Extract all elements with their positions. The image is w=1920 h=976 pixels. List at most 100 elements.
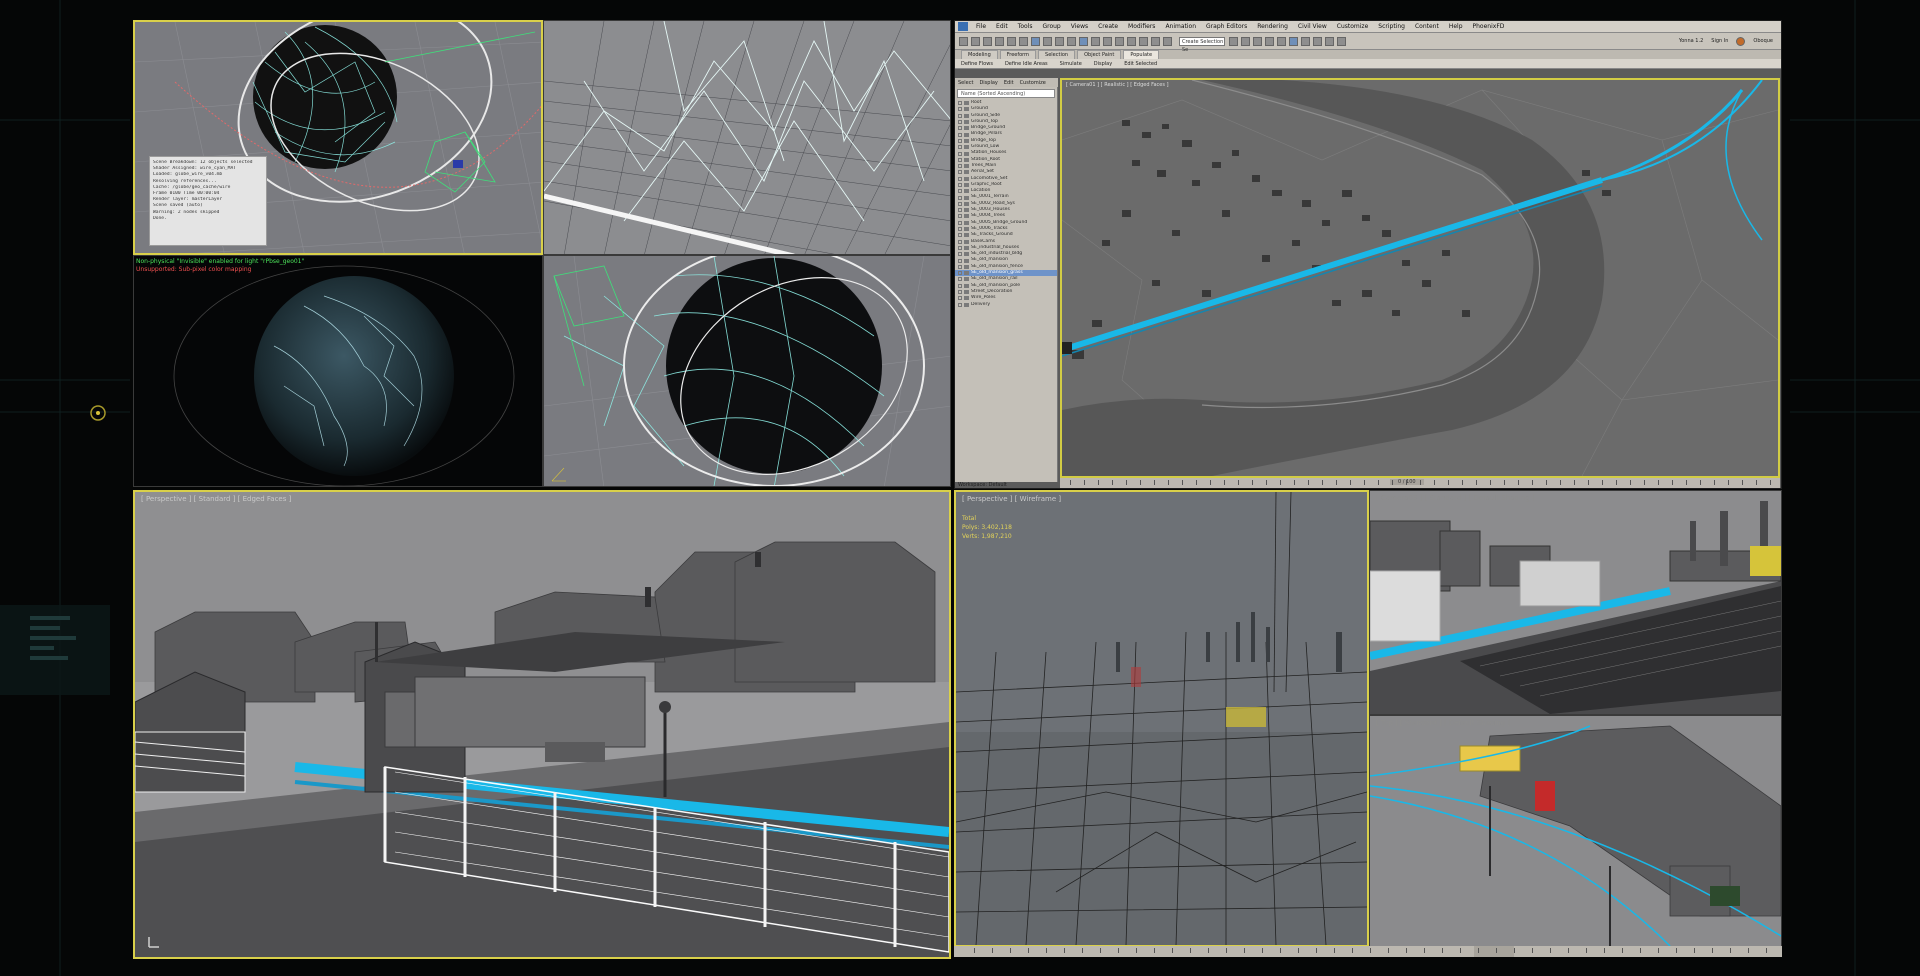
time-slider-bottom[interactable] (954, 946, 1782, 957)
expand-toggle-icon[interactable] (958, 208, 962, 213)
expand-toggle-icon[interactable] (958, 214, 962, 219)
viewport-rail-yard[interactable]: [ Top ] [ Standard ] [ Default Shading ] (1369, 715, 1782, 947)
edit-selected-button[interactable]: Edit Selected (1118, 61, 1163, 67)
menu-phoenixfd[interactable]: PhoenixFD (1468, 23, 1510, 30)
expand-toggle-icon[interactable] (958, 220, 962, 225)
viewport-label[interactable]: [ Camera03 ] [ Standard ] [ Default Shad… (1376, 494, 1535, 502)
align-icon[interactable] (1241, 36, 1250, 46)
menu-file[interactable]: File (971, 23, 991, 30)
mirror-icon[interactable] (1229, 36, 1238, 46)
explorer-sort-field[interactable]: Name (Sorted Ascending) (957, 89, 1055, 98)
link-icon[interactable] (983, 36, 992, 46)
expand-toggle-icon[interactable] (958, 126, 962, 131)
expand-toggle-icon[interactable] (958, 233, 962, 238)
viewport-globe-render[interactable]: Non-physical "Invisible" enabled for lig… (133, 255, 543, 487)
select-filter-icon[interactable] (1019, 36, 1028, 46)
expand-toggle-icon[interactable] (958, 296, 962, 301)
expand-toggle-icon[interactable] (958, 283, 962, 288)
teapot-icon[interactable] (1337, 36, 1346, 46)
expand-toggle-icon[interactable] (958, 138, 962, 143)
maya-editor-window[interactable]: File Edit Tools Group Views Create Modif… (954, 20, 1782, 489)
viewport-label[interactable]: [ Top ] [ Standard ] [ Default Shading ] (1376, 719, 1510, 727)
viewport-town-aerial[interactable]: [ Camera01 ] [ Realistic ] [ Edged Faces… (1060, 78, 1780, 478)
viewport-train-shed[interactable]: [ Camera03 ] [ Standard ] [ Default Shad… (1369, 490, 1782, 715)
expand-toggle-icon[interactable] (958, 201, 962, 206)
expand-toggle-icon[interactable] (958, 258, 962, 263)
tab-freeform[interactable]: Freeform (999, 50, 1037, 59)
display-button[interactable]: Display (1088, 61, 1118, 67)
script-log-panel[interactable]: Scene Breakdown: 12 objects selected Sha… (149, 156, 267, 246)
simulate-button[interactable]: Simulate (1054, 61, 1088, 67)
tab-selection[interactable]: Selection (1038, 50, 1076, 59)
render-frame-icon[interactable] (1313, 36, 1322, 46)
tab-object-paint[interactable]: Object Paint (1077, 50, 1122, 59)
menu-create[interactable]: Create (1093, 23, 1123, 30)
move-icon[interactable] (1079, 36, 1088, 46)
expand-toggle-icon[interactable] (958, 170, 962, 175)
search-label[interactable]: Oboque (1753, 38, 1773, 44)
define-idle-areas-button[interactable]: Define Idle Areas (999, 61, 1054, 67)
tab-modeling[interactable]: Modeling (961, 50, 998, 59)
menu-rendering[interactable]: Rendering (1252, 23, 1293, 30)
redo-icon[interactable] (971, 36, 980, 46)
undo-icon[interactable] (959, 36, 968, 46)
expand-toggle-icon[interactable] (958, 245, 962, 250)
render-icon[interactable] (1325, 36, 1334, 46)
expand-toggle-icon[interactable] (958, 239, 962, 244)
viewport-label[interactable]: [ Perspective ] [ Standard ] [ Edged Fac… (141, 495, 291, 503)
explorer-item[interactable]: Delivery (955, 302, 1057, 308)
menu-graph-editors[interactable]: Graph Editors (1201, 23, 1252, 30)
select-object-icon[interactable] (1031, 36, 1040, 46)
expand-toggle-icon[interactable] (958, 195, 962, 200)
expand-toggle-icon[interactable] (958, 271, 962, 276)
expand-toggle-icon[interactable] (958, 302, 962, 307)
expand-toggle-icon[interactable] (958, 176, 962, 181)
expand-toggle-icon[interactable] (958, 132, 962, 137)
percent-snap-icon[interactable] (1163, 36, 1172, 46)
menu-civil-view[interactable]: Civil View (1293, 23, 1332, 30)
signin-button[interactable]: Sign In (1711, 38, 1728, 44)
expand-toggle-icon[interactable] (958, 189, 962, 194)
schematic-icon[interactable] (1277, 36, 1286, 46)
pivot-icon[interactable] (1127, 36, 1136, 46)
viewport-label[interactable]: [ Camera01 ] [ Realistic ] [ Edged Faces… (1066, 82, 1169, 88)
time-slider-handle[interactable] (1474, 946, 1514, 957)
selection-set-field[interactable]: Create Selection Se (1179, 36, 1225, 53)
menu-tools[interactable]: Tools (1013, 23, 1038, 30)
outliner-menu-display[interactable]: Display (976, 80, 1000, 86)
menu-views[interactable]: Views (1066, 23, 1093, 30)
user-avatar-icon[interactable] (1736, 36, 1746, 46)
curve-editor-icon[interactable] (1265, 36, 1274, 46)
outliner-menu-select[interactable]: Select (955, 80, 976, 86)
workspace-label[interactable]: Workspace: Default (958, 482, 1007, 488)
unlink-icon[interactable] (995, 36, 1004, 46)
menu-help[interactable]: Help (1444, 23, 1468, 30)
viewport-top-left-globe[interactable]: Scene Breakdown: 12 objects selected Sha… (133, 20, 543, 255)
scale-icon[interactable] (1103, 36, 1112, 46)
viewport-station-perspective[interactable]: [ Perspective ] [ Standard ] [ Edged Fac… (133, 490, 951, 959)
expand-toggle-icon[interactable] (958, 151, 962, 156)
outliner-menu-edit[interactable]: Edit (1001, 80, 1017, 86)
viewport-industrial-wireframe[interactable]: [ Perspective ] [ Wireframe ] Total Poly… (954, 490, 1369, 947)
expand-toggle-icon[interactable] (958, 264, 962, 269)
tab-populate[interactable]: Populate (1123, 50, 1160, 59)
menu-modifiers[interactable]: Modifiers (1123, 23, 1160, 30)
layer-icon[interactable] (1253, 36, 1262, 46)
expand-toggle-icon[interactable] (958, 227, 962, 232)
menu-content[interactable]: Content (1410, 23, 1444, 30)
menu-scripting[interactable]: Scripting (1373, 23, 1410, 30)
define-flows-button[interactable]: Define Flows (955, 61, 999, 67)
expand-toggle-icon[interactable] (958, 252, 962, 257)
viewport-label[interactable]: [ Perspective ] [ Wireframe ] (962, 495, 1061, 503)
expand-toggle-icon[interactable] (958, 290, 962, 295)
viewport-wire-mesh-closeup[interactable] (543, 20, 951, 255)
menu-group[interactable]: Group (1037, 23, 1065, 30)
rect-select-icon[interactable] (1055, 36, 1064, 46)
window-crossing-icon[interactable] (1067, 36, 1076, 46)
user-label[interactable]: Yonna 1.2 (1679, 38, 1703, 44)
expand-toggle-icon[interactable] (958, 164, 962, 169)
expand-toggle-icon[interactable] (958, 183, 962, 187)
select-by-name-icon[interactable] (1043, 36, 1052, 46)
bind-icon[interactable] (1007, 36, 1016, 46)
menu-animation[interactable]: Animation (1160, 23, 1201, 30)
